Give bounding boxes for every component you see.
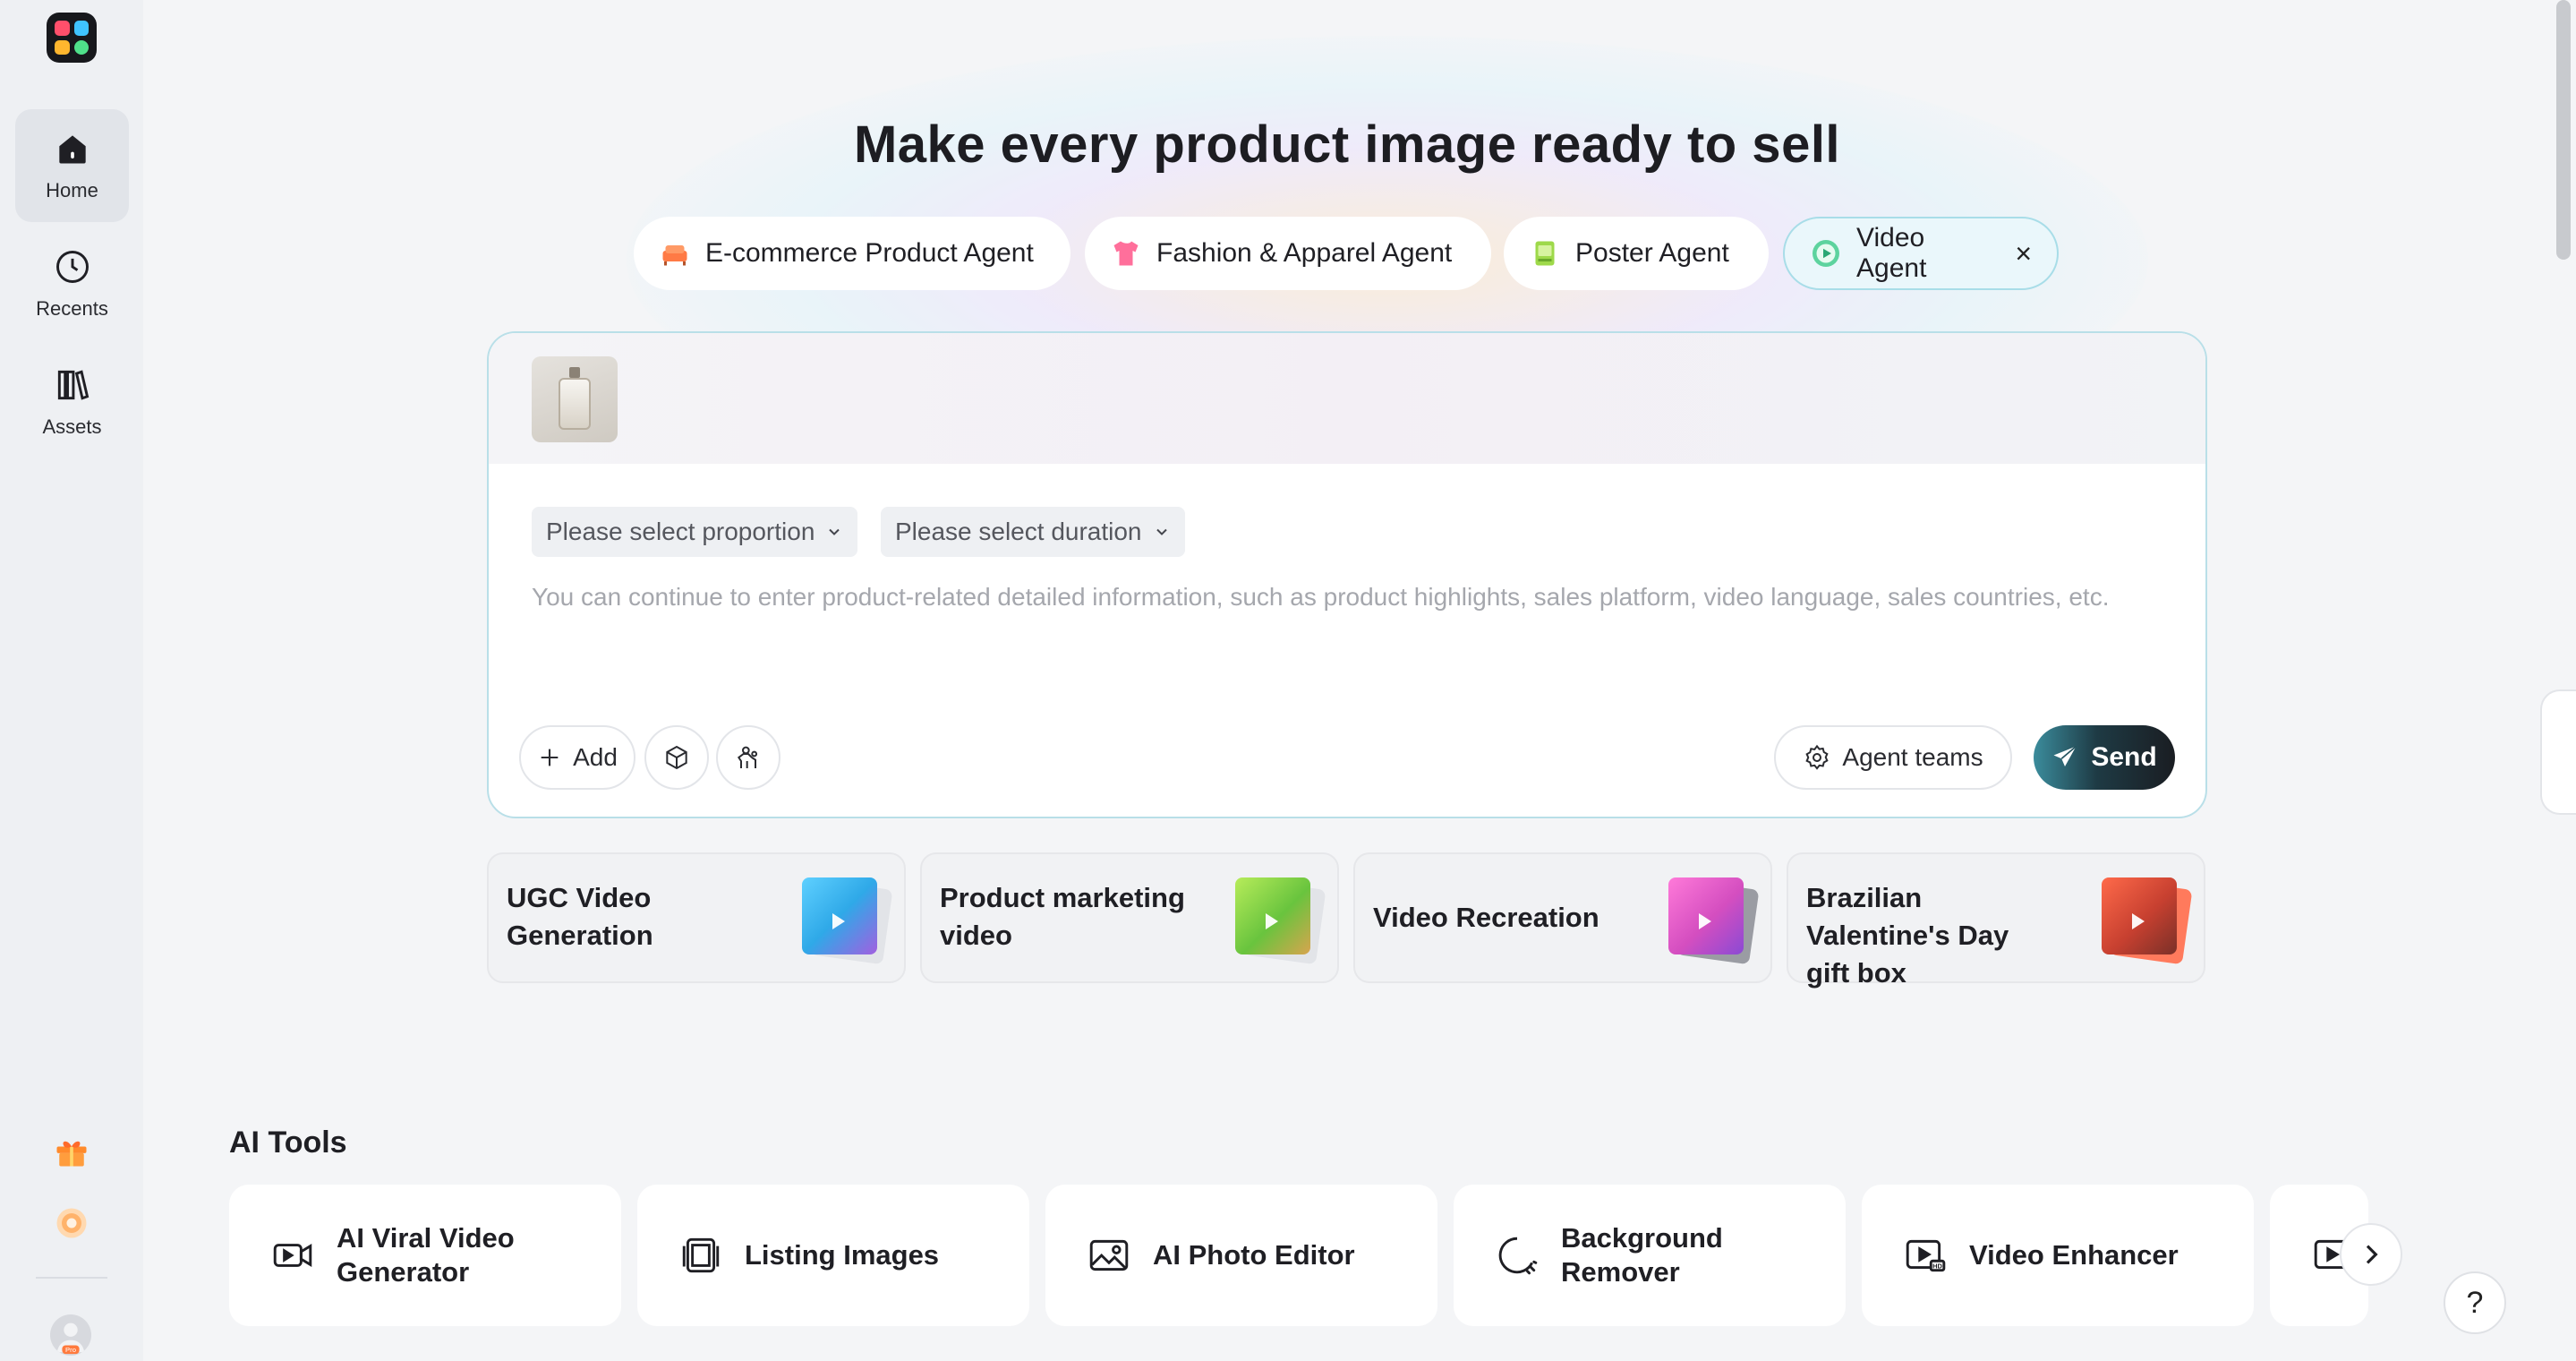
- tool-label: Video Enhancer: [1969, 1239, 2179, 1271]
- add-button-label: Add: [573, 743, 618, 771]
- sidebar-item-label: Recents: [36, 297, 108, 320]
- cube-icon: [666, 745, 687, 770]
- composer-panel: Please select proportion Please select d…: [487, 331, 2207, 818]
- send-label: Send: [2091, 742, 2157, 772]
- tool-label: AI Viral Video Generator: [337, 1222, 515, 1288]
- tool-listing-images[interactable]: Listing Images: [637, 1185, 1029, 1326]
- background-remover-icon: [1498, 1237, 1538, 1275]
- help-button[interactable]: ?: [2444, 1271, 2506, 1334]
- tool-video-enhancer[interactable]: HD Video Enhancer: [1862, 1185, 2254, 1326]
- plus-icon: [541, 749, 559, 766]
- template-thumbnail: [1668, 877, 1760, 965]
- chevron-down-icon: [829, 528, 840, 535]
- chevron-right-icon: [2366, 1245, 2378, 1264]
- duration-select[interactable]: Please select duration: [881, 507, 1185, 557]
- template-card-title: UGC Video Generation: [507, 882, 653, 951]
- side-panel-tab[interactable]: [2540, 689, 2576, 815]
- app-logo[interactable]: [47, 13, 97, 63]
- send-icon: [2053, 745, 2077, 766]
- duration-select-label: Please select duration: [895, 518, 1142, 545]
- sidebar: Home Recents Assets Pro: [0, 0, 143, 1361]
- scrollbar[interactable]: [2556, 0, 2571, 260]
- product-button[interactable]: [644, 725, 709, 790]
- video-camera-icon: [273, 1244, 312, 1267]
- template-card-title: Product marketing video: [940, 882, 1185, 951]
- proportion-select-label: Please select proportion: [546, 518, 815, 545]
- listing-images-icon: [682, 1237, 720, 1273]
- video-agent-icon: [1810, 237, 1842, 270]
- attachment-area: [489, 333, 2205, 464]
- agent-chip-video[interactable]: Video Agent ×: [1783, 217, 2059, 290]
- gift-icon[interactable]: [52, 1132, 91, 1171]
- page-title: Make every product image ready to sell: [853, 116, 1841, 174]
- agent-teams-button[interactable]: Agent teams: [1774, 725, 2012, 790]
- proportion-select[interactable]: Please select proportion: [532, 507, 858, 557]
- product-thumbnail[interactable]: [532, 356, 618, 442]
- agent-teams-label: Agent teams: [1842, 743, 1983, 771]
- poster-icon: [1529, 237, 1561, 270]
- chevron-down-icon: [1156, 528, 1167, 535]
- svg-text:HD: HD: [1932, 1263, 1942, 1271]
- agent-chip-label: E-commerce Product Agent: [705, 238, 1034, 268]
- avatar-badge: Pro: [65, 1346, 76, 1354]
- shirt-icon: [1110, 237, 1142, 270]
- agent-chip-label: Video Agent: [1856, 223, 1927, 283]
- sidebar-item-label: Assets: [42, 415, 102, 438]
- hd-video-icon: HD: [1906, 1239, 1946, 1272]
- template-card-ugc[interactable]: UGC Video Generation: [487, 852, 906, 983]
- sidebar-item-recents[interactable]: Recents: [15, 227, 129, 340]
- tool-label: Listing Images: [745, 1239, 940, 1271]
- sofa-icon: [659, 237, 691, 270]
- agent-chip-label: Poster Agent: [1575, 238, 1729, 268]
- model-button[interactable]: [716, 725, 780, 790]
- tool-ai-viral-video-generator[interactable]: AI Viral Video Generator: [229, 1185, 621, 1326]
- template-thumbnail: [802, 877, 893, 965]
- home-icon: [58, 135, 86, 164]
- clock-icon: [55, 251, 89, 283]
- tools-next-button[interactable]: [2340, 1223, 2402, 1286]
- tool-background-remover[interactable]: Background Remover: [1454, 1185, 1846, 1326]
- coin-icon[interactable]: [52, 1203, 91, 1243]
- sidebar-item-home[interactable]: Home: [15, 109, 129, 222]
- prompt-input[interactable]: You can continue to enter product-relate…: [532, 578, 2170, 616]
- template-card-recreation[interactable]: Video Recreation: [1353, 852, 1772, 983]
- template-card-title: Brazilian Valentine's Day gift box: [1806, 882, 2009, 989]
- sidebar-divider: [36, 1277, 107, 1279]
- gear-icon: [1805, 744, 1829, 770]
- template-thumbnail: [2102, 877, 2193, 965]
- agent-chip-ecommerce[interactable]: E-commerce Product Agent: [634, 217, 1070, 290]
- send-button[interactable]: Send: [2034, 725, 2175, 790]
- photo-editor-icon: [1089, 1239, 1129, 1271]
- agent-chip-poster[interactable]: Poster Agent: [1504, 217, 1769, 290]
- tool-label: Background Remover: [1561, 1222, 1723, 1288]
- tool-label: AI Photo Editor: [1153, 1239, 1355, 1271]
- people-icon: [737, 746, 758, 768]
- template-card-valentines[interactable]: Brazilian Valentine's Day gift box: [1787, 852, 2205, 989]
- sidebar-item-assets[interactable]: Assets: [15, 346, 129, 458]
- avatar[interactable]: Pro: [50, 1314, 91, 1356]
- close-icon[interactable]: ×: [2015, 237, 2032, 270]
- tool-ai-photo-editor[interactable]: AI Photo Editor: [1045, 1185, 1437, 1326]
- library-icon: [57, 370, 89, 400]
- template-card-marketing[interactable]: Product marketing video: [920, 852, 1339, 983]
- agent-chip-fashion[interactable]: Fashion & Apparel Agent: [1085, 217, 1491, 290]
- add-button[interactable]: Add: [519, 725, 635, 790]
- template-thumbnail: [1235, 877, 1326, 965]
- agent-chip-label: Fashion & Apparel Agent: [1156, 238, 1453, 268]
- template-card-title: Video Recreation: [1373, 902, 1599, 933]
- ai-tools-title: AI Tools: [229, 1126, 347, 1160]
- sidebar-item-label: Home: [46, 179, 98, 201]
